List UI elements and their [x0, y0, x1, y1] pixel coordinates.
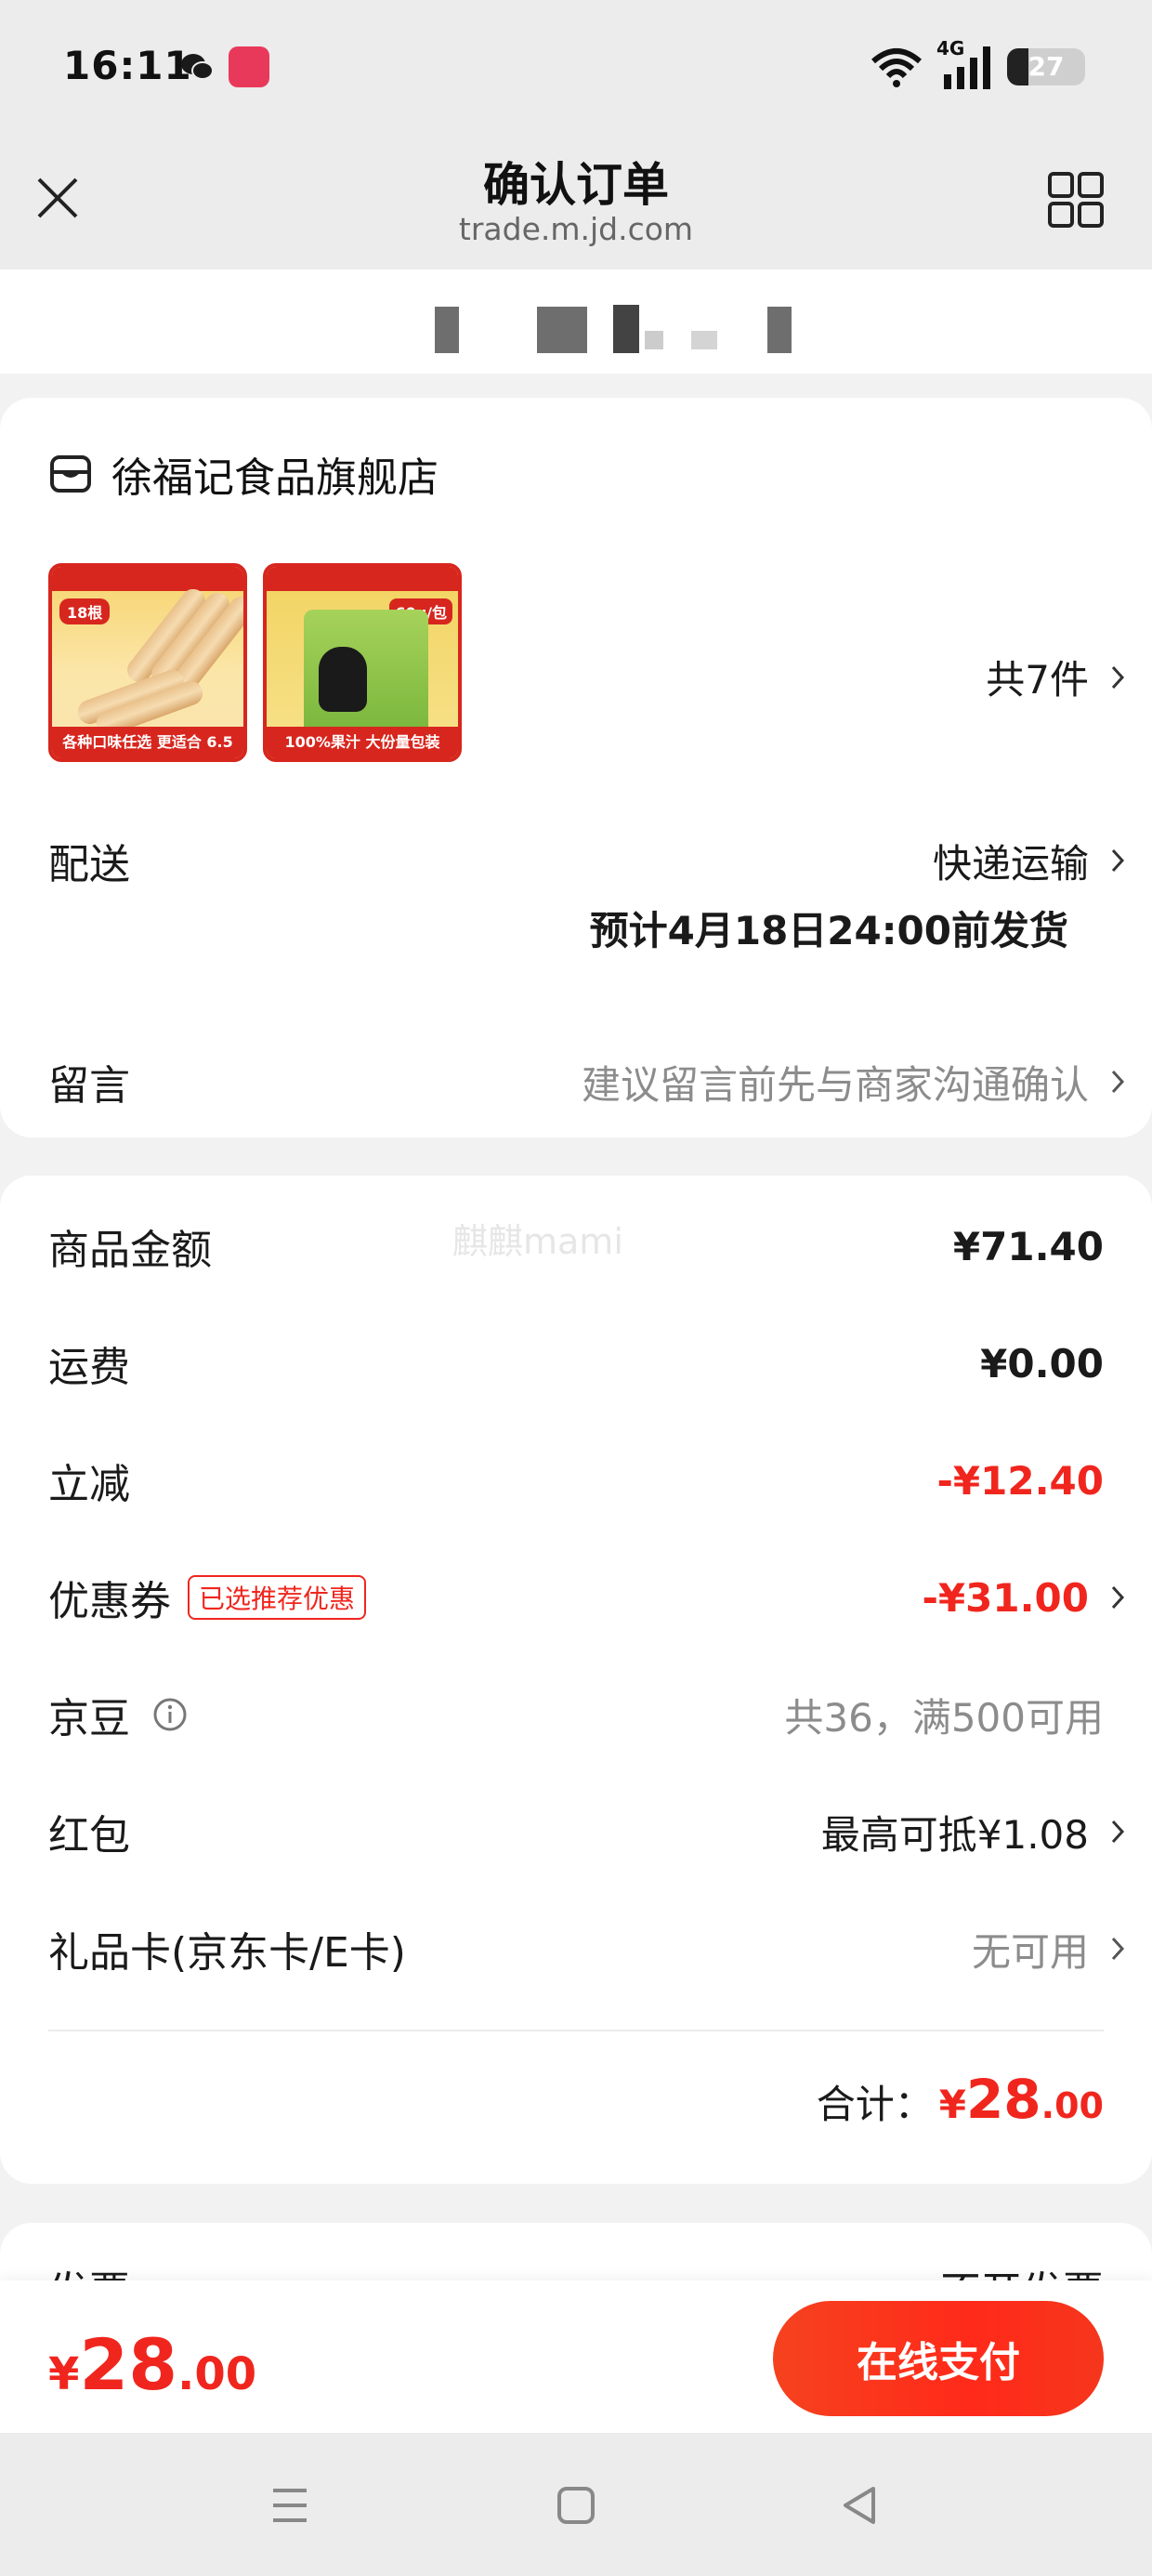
coupon-row[interactable]: 优惠券 已选推荐优惠 -¥31.00 — [48, 1568, 1125, 1627]
redacted-block — [767, 307, 792, 353]
status-bar: 16:11 4G 27 — [0, 0, 1152, 135]
red-packet-label: 红包 — [48, 1812, 130, 1860]
red-packet-row[interactable]: 红包 最高可抵¥1.08 — [48, 1802, 1125, 1861]
redacted-block — [537, 307, 587, 353]
item-count-text: 共7件 — [986, 657, 1089, 703]
delivery-estimate: 预计4月18日24:00前发货 — [589, 908, 1068, 953]
jd-beans-label: 京豆 — [48, 1695, 130, 1742]
chevron-right-icon — [1111, 1820, 1125, 1844]
title-bar: 确认订单 trade.m.jd.com — [0, 135, 1152, 269]
product-caption: 各种口味任选 更适合 6.5 — [52, 727, 243, 758]
gift-card-value: 无可用 — [971, 1928, 1089, 1975]
mascot-image — [319, 647, 367, 712]
message-label: 留言 — [48, 1062, 130, 1110]
chevron-right-icon — [1111, 1585, 1125, 1610]
total-yen: ¥ — [938, 2082, 966, 2127]
wechat-icon — [181, 54, 214, 80]
pay-online-button[interactable]: 在线支付 — [773, 2301, 1104, 2416]
shop-name: 徐福记食品旗舰店 — [111, 454, 439, 502]
message-placeholder: 建议留言前先与商家沟通确认 — [581, 1061, 1089, 1108]
invoice-row[interactable]: 发票 不开发票 — [48, 2249, 1104, 2280]
home-icon[interactable] — [550, 2479, 602, 2531]
app-notification-icon — [229, 46, 269, 87]
redacted-block — [435, 307, 459, 353]
red-packet-value: 最高可抵¥1.08 — [820, 1811, 1089, 1858]
item-count[interactable]: 共7件 — [986, 649, 1125, 705]
total-label: 合计： — [816, 2082, 934, 2127]
total-decimal: .00 — [1041, 2085, 1104, 2126]
status-time: 16:11 — [63, 43, 192, 88]
chevron-right-icon — [1111, 1070, 1125, 1094]
goods-amount-label: 商品金额 — [48, 1227, 212, 1274]
coupon-value: -¥31.00 — [922, 1574, 1089, 1621]
delivery-method: 快递运输 — [932, 840, 1089, 887]
chevron-right-icon — [1111, 1937, 1125, 1961]
battery-percent: 27 — [1028, 51, 1065, 82]
delivery-label: 配送 — [48, 841, 130, 888]
total-row: 合计： ¥ 28 .00 — [817, 2068, 1104, 2131]
instant-discount-value: -¥12.40 — [936, 1457, 1104, 1504]
grid-menu-icon[interactable] — [1046, 170, 1106, 230]
page-title: 确认订单 — [483, 158, 669, 212]
menu-icon[interactable] — [264, 2479, 316, 2531]
coupon-tag: 已选推荐优惠 — [188, 1575, 367, 1620]
back-icon[interactable] — [834, 2479, 886, 2531]
divider — [48, 2030, 1104, 2031]
wifi-icon — [871, 48, 922, 87]
gift-card-label: 礼品卡(京东卡/E卡) — [48, 1929, 406, 1977]
instant-discount-row: 立减 -¥12.40 — [48, 1451, 1104, 1510]
invoice-value: 不开发票 — [940, 2258, 1104, 2280]
redacted-block — [691, 331, 717, 349]
product-thumbnail[interactable]: 18根 各种口味任选 更适合 6.5 — [48, 563, 247, 762]
battery-icon: 27 — [1007, 48, 1085, 85]
goods-amount-value: ¥71.40 — [952, 1223, 1104, 1269]
product-thumbnail[interactable]: 60g/包 100%果汁 大份量包装 — [263, 563, 462, 762]
page-url: trade.m.jd.com — [458, 211, 694, 247]
order-card: 徐福记食品旗舰店 18根 各种口味任选 更适合 6.5 60g/包 100%果汁… — [0, 398, 1152, 1137]
pay-price-yen: ¥ — [48, 2348, 80, 2400]
price-summary-card: 麒麒mami 商品金额 ¥71.40 运费 ¥0.00 立减 -¥12.40 优… — [0, 1176, 1152, 2184]
delivery-row[interactable]: 配送 快递运输 — [48, 831, 1125, 890]
status-right-group: 4G 27 — [870, 37, 1085, 93]
product-badge: 18根 — [59, 598, 111, 624]
product-caption: 100%果汁 大份量包装 — [267, 727, 458, 758]
system-nav-bar — [0, 2433, 1152, 2576]
pay-price-decimal: .00 — [177, 2348, 257, 2400]
shipping-label: 运费 — [48, 1344, 130, 1391]
jd-beans-value: 共36，满500可用 — [784, 1694, 1104, 1741]
coupon-label: 优惠券 — [48, 1578, 171, 1625]
instant-discount-label: 立减 — [48, 1461, 130, 1508]
pay-bar: ¥ 28 .00 在线支付 — [0, 2280, 1152, 2433]
info-icon[interactable] — [152, 1697, 188, 1732]
redacted-block — [645, 331, 663, 349]
address-strip[interactable] — [0, 269, 1152, 374]
signal-icon: 4G — [936, 37, 994, 91]
pay-price-integer: 28 — [79, 2323, 178, 2406]
store-icon — [50, 455, 91, 493]
chevron-right-icon — [1111, 665, 1125, 689]
shop-row[interactable]: 徐福记食品旗舰店 — [48, 444, 439, 504]
chevron-right-icon — [1111, 848, 1125, 873]
redacted-block — [613, 305, 639, 353]
pay-price: ¥ 28 .00 — [48, 2323, 256, 2406]
goods-amount-row: 商品金额 ¥71.40 — [48, 1216, 1104, 1276]
jd-beans-row[interactable]: 京豆 共36，满500可用 — [48, 1685, 1104, 1744]
gift-card-row[interactable]: 礼品卡(京东卡/E卡) 无可用 — [48, 1919, 1125, 1978]
message-row[interactable]: 留言 建议留言前先与商家沟通确认 — [48, 1052, 1125, 1111]
shipping-value: ¥0.00 — [980, 1340, 1104, 1387]
invoice-label: 发票 — [48, 2258, 130, 2280]
total-integer: 28 — [965, 2068, 1041, 2131]
shipping-row: 运费 ¥0.00 — [48, 1334, 1104, 1393]
